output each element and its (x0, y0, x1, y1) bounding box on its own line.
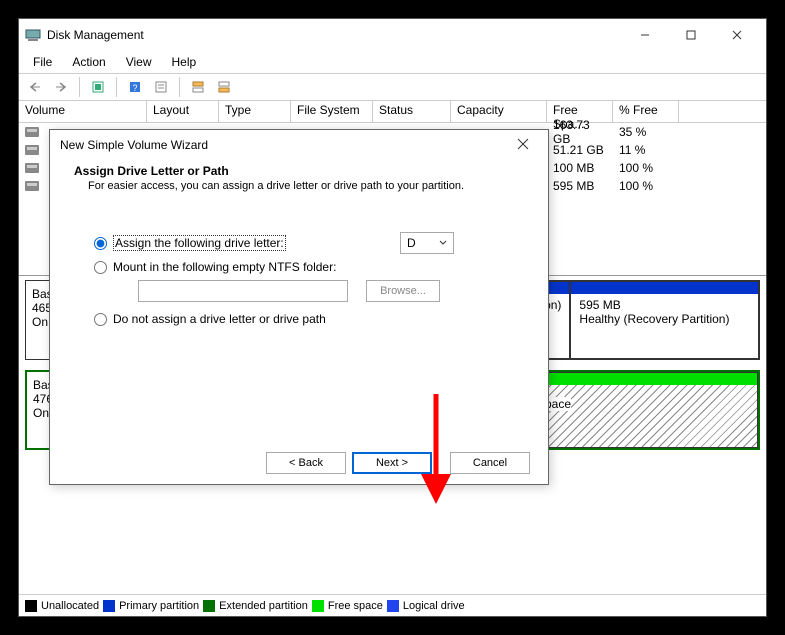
cell-pct: 11 % (613, 143, 679, 157)
legend-label: Unallocated (41, 600, 99, 612)
help-icon[interactable]: ? (123, 76, 147, 98)
cell-pct: 100 % (613, 179, 679, 193)
titlebar: Disk Management (19, 19, 766, 51)
dialog-heading: Assign Drive Letter or Path (74, 164, 524, 178)
col-type[interactable]: Type (219, 101, 291, 122)
cancel-button[interactable]: Cancel (450, 452, 530, 474)
cell-pct: 100 % (613, 161, 679, 175)
radio-assign-letter[interactable] (94, 237, 107, 250)
cell-free: 163.73 GB (547, 118, 613, 146)
disk-management-window: Disk Management File Action View Help ? … (18, 18, 767, 617)
menu-bar: File Action View Help (19, 51, 766, 73)
volume-icon (25, 181, 39, 191)
window-title: Disk Management (47, 28, 622, 42)
col-capacity[interactable]: Capacity (451, 101, 547, 122)
menu-help[interactable]: Help (164, 53, 205, 71)
view-top-icon[interactable] (186, 76, 210, 98)
swatch-primary (103, 600, 115, 612)
legend-label: Extended partition (219, 600, 308, 612)
dialog-subtext: For easier access, you can assign a driv… (74, 180, 524, 192)
menu-action[interactable]: Action (64, 53, 113, 71)
option-assign-letter[interactable]: Assign the following drive letter: D (94, 232, 524, 254)
dialog-close-button[interactable] (508, 138, 538, 153)
app-icon (25, 27, 41, 43)
nav-back-icon[interactable] (23, 76, 47, 98)
nav-forward-icon[interactable] (49, 76, 73, 98)
drive-letter-value: D (407, 236, 416, 250)
partition-size: 595 MB (579, 298, 750, 312)
swatch-unallocated (25, 600, 37, 612)
menu-file[interactable]: File (25, 53, 60, 71)
volume-table-header: Volume Layout Type File System Status Ca… (19, 101, 766, 123)
option-no-assign[interactable]: Do not assign a drive letter or drive pa… (94, 312, 524, 326)
volume-icon (25, 163, 39, 173)
maximize-button[interactable] (668, 21, 714, 49)
col-volume[interactable]: Volume (19, 101, 147, 122)
properties-icon[interactable] (149, 76, 173, 98)
legend: Unallocated Primary partition Extended p… (19, 594, 766, 616)
refresh-icon[interactable] (86, 76, 110, 98)
minimize-button[interactable] (622, 21, 668, 49)
col-layout[interactable]: Layout (147, 101, 219, 122)
option-label: Assign the following drive letter: (113, 235, 286, 251)
partition[interactable]: 595 MB Healthy (Recovery Partition) (570, 281, 759, 359)
col-status[interactable]: Status (373, 101, 451, 122)
dialog-title: New Simple Volume Wizard (60, 138, 208, 152)
folder-path-input[interactable] (138, 280, 348, 302)
option-label: Mount in the following empty NTFS folder… (113, 260, 336, 274)
radio-mount-folder[interactable] (94, 261, 107, 274)
col-pct[interactable]: % Free (613, 101, 679, 122)
menu-view[interactable]: View (118, 53, 160, 71)
new-volume-wizard-dialog: New Simple Volume Wizard Assign Drive Le… (49, 129, 549, 485)
volume-icon (25, 127, 39, 137)
legend-label: Logical drive (403, 600, 465, 612)
view-bottom-icon[interactable] (212, 76, 236, 98)
dialog-footer: < Back Next > Cancel (50, 442, 548, 484)
svg-text:?: ? (132, 83, 137, 93)
back-button[interactable]: < Back (266, 452, 346, 474)
option-label: Do not assign a drive letter or drive pa… (113, 312, 326, 326)
swatch-extended (203, 600, 215, 612)
cell-free: 51.21 GB (547, 143, 613, 157)
partition-status: Healthy (Recovery Partition) (579, 312, 750, 326)
swatch-free (312, 600, 324, 612)
swatch-logical (387, 600, 399, 612)
legend-label: Primary partition (119, 600, 199, 612)
drive-letter-select[interactable]: D (400, 232, 454, 254)
dialog-titlebar: New Simple Volume Wizard (50, 130, 548, 160)
close-button[interactable] (714, 21, 760, 49)
next-button[interactable]: Next > (352, 452, 432, 474)
radio-no-assign[interactable] (94, 313, 107, 326)
toolbar: ? (19, 73, 766, 101)
cell-free: 595 MB (547, 179, 613, 193)
volume-icon (25, 145, 39, 155)
browse-button[interactable]: Browse... (366, 280, 440, 302)
option-mount-folder[interactable]: Mount in the following empty NTFS folder… (94, 260, 524, 274)
chevron-down-icon (439, 240, 447, 246)
cell-pct: 35 % (613, 125, 679, 139)
cell-free: 100 MB (547, 161, 613, 175)
col-filesystem[interactable]: File System (291, 101, 373, 122)
legend-label: Free space (328, 600, 383, 612)
